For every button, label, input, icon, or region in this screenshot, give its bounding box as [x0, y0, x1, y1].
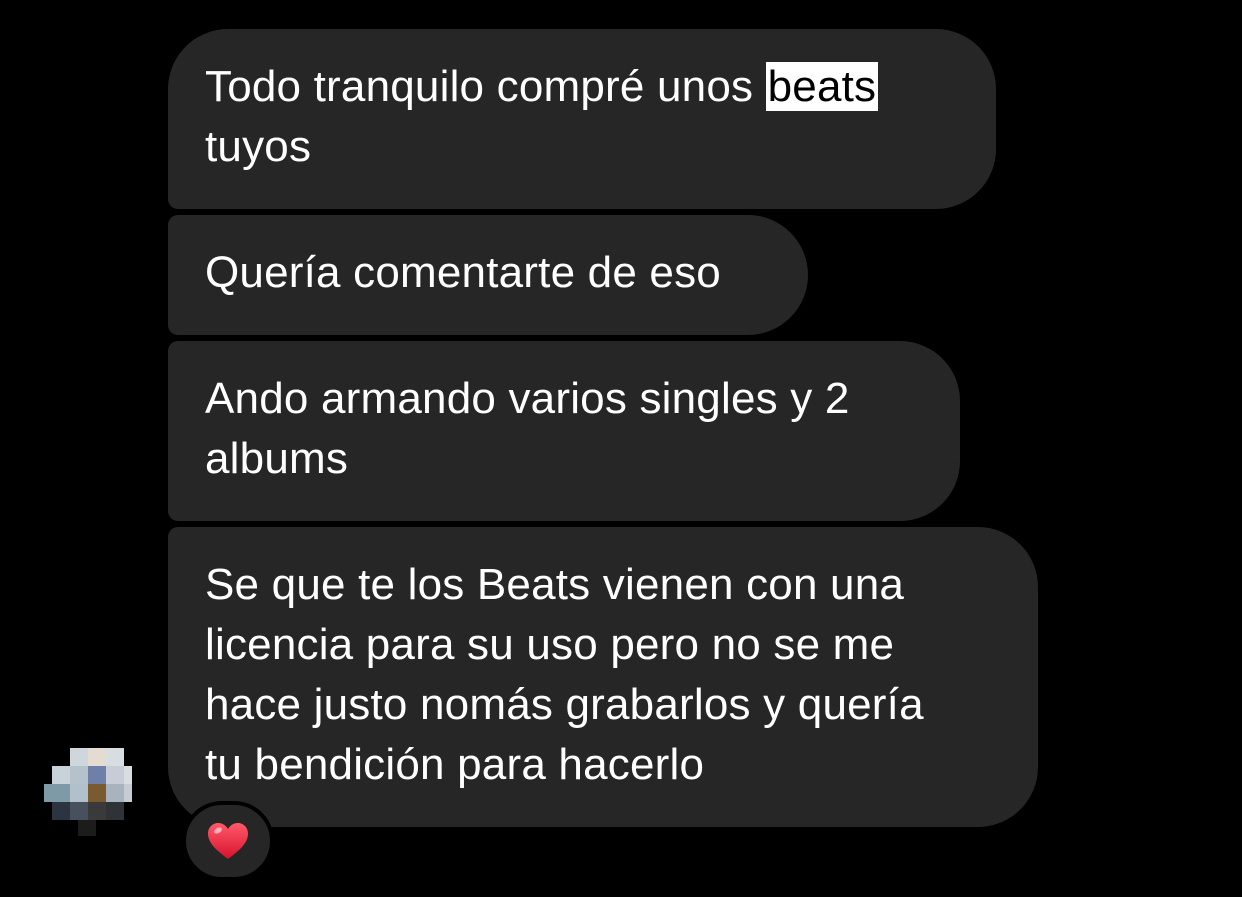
message-text-line: Ando armando varios singles y 2	[205, 374, 850, 423]
avatar-pixel	[52, 802, 70, 820]
avatar-pixel	[124, 784, 132, 802]
red-heart-icon	[208, 823, 248, 859]
avatar[interactable]	[44, 748, 132, 836]
avatar-pixel	[88, 802, 106, 820]
message-text-line: licencia para su uso pero no se me	[205, 620, 895, 669]
avatar-pixel	[70, 766, 88, 784]
avatar-pixel	[88, 748, 106, 766]
avatar-pixel	[106, 784, 124, 802]
avatar-pixel	[106, 766, 124, 784]
selected-text[interactable]: beats	[765, 62, 879, 111]
message-bubble[interactable]: Todo tranquilo compré unos beats tuyos	[168, 29, 996, 209]
avatar-pixel	[88, 784, 106, 802]
message-bubble[interactable]: Se que te los Beats vienen con una licen…	[168, 527, 1038, 827]
message-bubble[interactable]: Ando armando varios singles y 2 albums	[168, 341, 960, 521]
avatar-pixel	[124, 766, 132, 784]
message-text-line: tu bendición para hacerlo	[205, 740, 705, 789]
message-bubble[interactable]: Quería comentarte de eso	[168, 215, 808, 335]
message-text-line: tuyos	[205, 122, 312, 171]
message-text-line: hace justo nomás grabarlos y quería	[205, 680, 924, 729]
message-text-line: Se que te los Beats vienen con una	[205, 560, 905, 609]
avatar-pixel	[78, 820, 96, 836]
avatar-pixel	[44, 784, 70, 802]
message-text-line: Quería comentarte de eso	[205, 248, 721, 297]
message-text-line: Todo tranquilo compré unos beats	[205, 62, 879, 111]
message-text-line: albums	[205, 434, 349, 483]
avatar-pixel	[52, 766, 70, 784]
avatar-pixel	[70, 802, 88, 820]
avatar-pixel	[88, 766, 106, 784]
avatar-pixel	[70, 748, 88, 766]
reaction-badge[interactable]	[182, 801, 274, 881]
avatar-pixel	[106, 802, 124, 820]
avatar-pixel	[106, 748, 124, 766]
avatar-pixel	[70, 784, 88, 802]
